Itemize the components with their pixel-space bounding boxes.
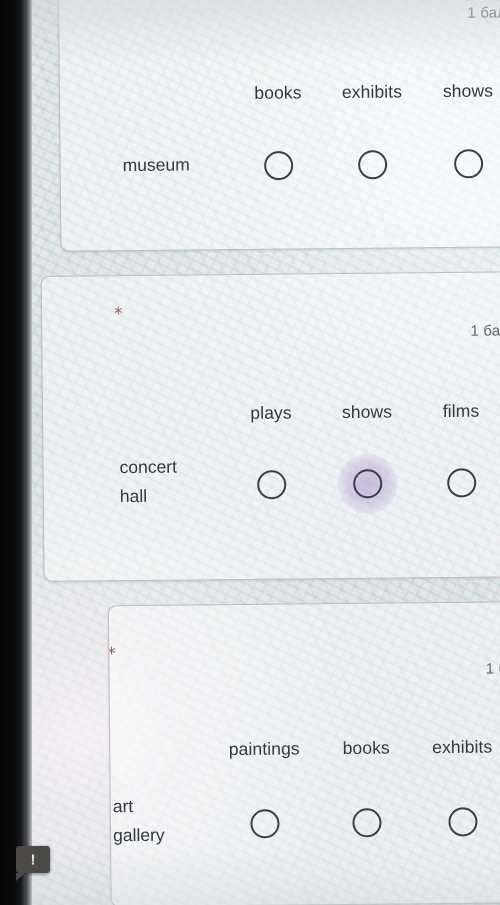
radio-museum-exhibits[interactable] [358,150,388,180]
column-header-shows: shows [442,80,494,102]
radio-art-gallery-paintings[interactable] [250,809,280,839]
points-label: 1 балл [485,660,500,678]
radio-concert-hall-shows[interactable] [353,469,383,499]
required-asterisk: * [113,304,123,325]
row-label-art-gallery-line2: gallery [112,824,165,846]
required-asterisk: * [107,644,116,665]
radio-concert-hall-films[interactable] [447,468,477,498]
column-header-paintings: paintings [228,738,300,760]
column-header-books: books [254,82,302,103]
points-label: 1 балл [470,322,500,340]
question-card-museum[interactable]: * 1 балл books exhibits shows museum [57,0,500,252]
column-header-shows: shows [341,401,393,423]
feedback-bubble-glyph: ! [30,851,36,868]
radio-museum-shows[interactable] [454,149,484,179]
column-header-plays: plays [250,402,292,423]
photographed-screen-frame: ▮▮ ◤ * 1 балл books exhibits shows museu… [0,0,500,905]
row-label-art-gallery-line1: art [112,796,134,817]
question-card-art-gallery[interactable]: * 1 балл paintings books exhibits art ga… [107,601,500,905]
row-label-concert-hall-line2: hall [119,485,148,507]
phone-bezel-edge-highlight [26,0,32,905]
column-header-exhibits: exhibits [341,81,403,103]
feedback-bubble-icon[interactable]: ! [16,846,50,881]
phone-screen: ▮▮ ◤ * 1 балл books exhibits shows museu… [0,0,500,905]
column-header-books: books [342,737,390,759]
required-asterisk: * [117,0,126,6]
radio-museum-books[interactable] [264,150,294,181]
feedback-bubble-tail [16,873,25,881]
row-label-museum: museum [122,154,190,176]
radio-concert-hall-plays[interactable] [257,470,287,500]
row-label-concert-hall-line1: concert [119,456,178,478]
radio-art-gallery-exhibits[interactable] [448,807,478,837]
question-card-concert-hall[interactable]: * 1 балл plays shows films concert hall [40,271,500,582]
points-label: 1 балл [467,4,500,22]
radio-art-gallery-books[interactable] [352,808,382,838]
column-header-exhibits: exhibits [432,736,493,758]
column-header-films: films [442,400,480,422]
phone-bezel-left [0,0,26,905]
